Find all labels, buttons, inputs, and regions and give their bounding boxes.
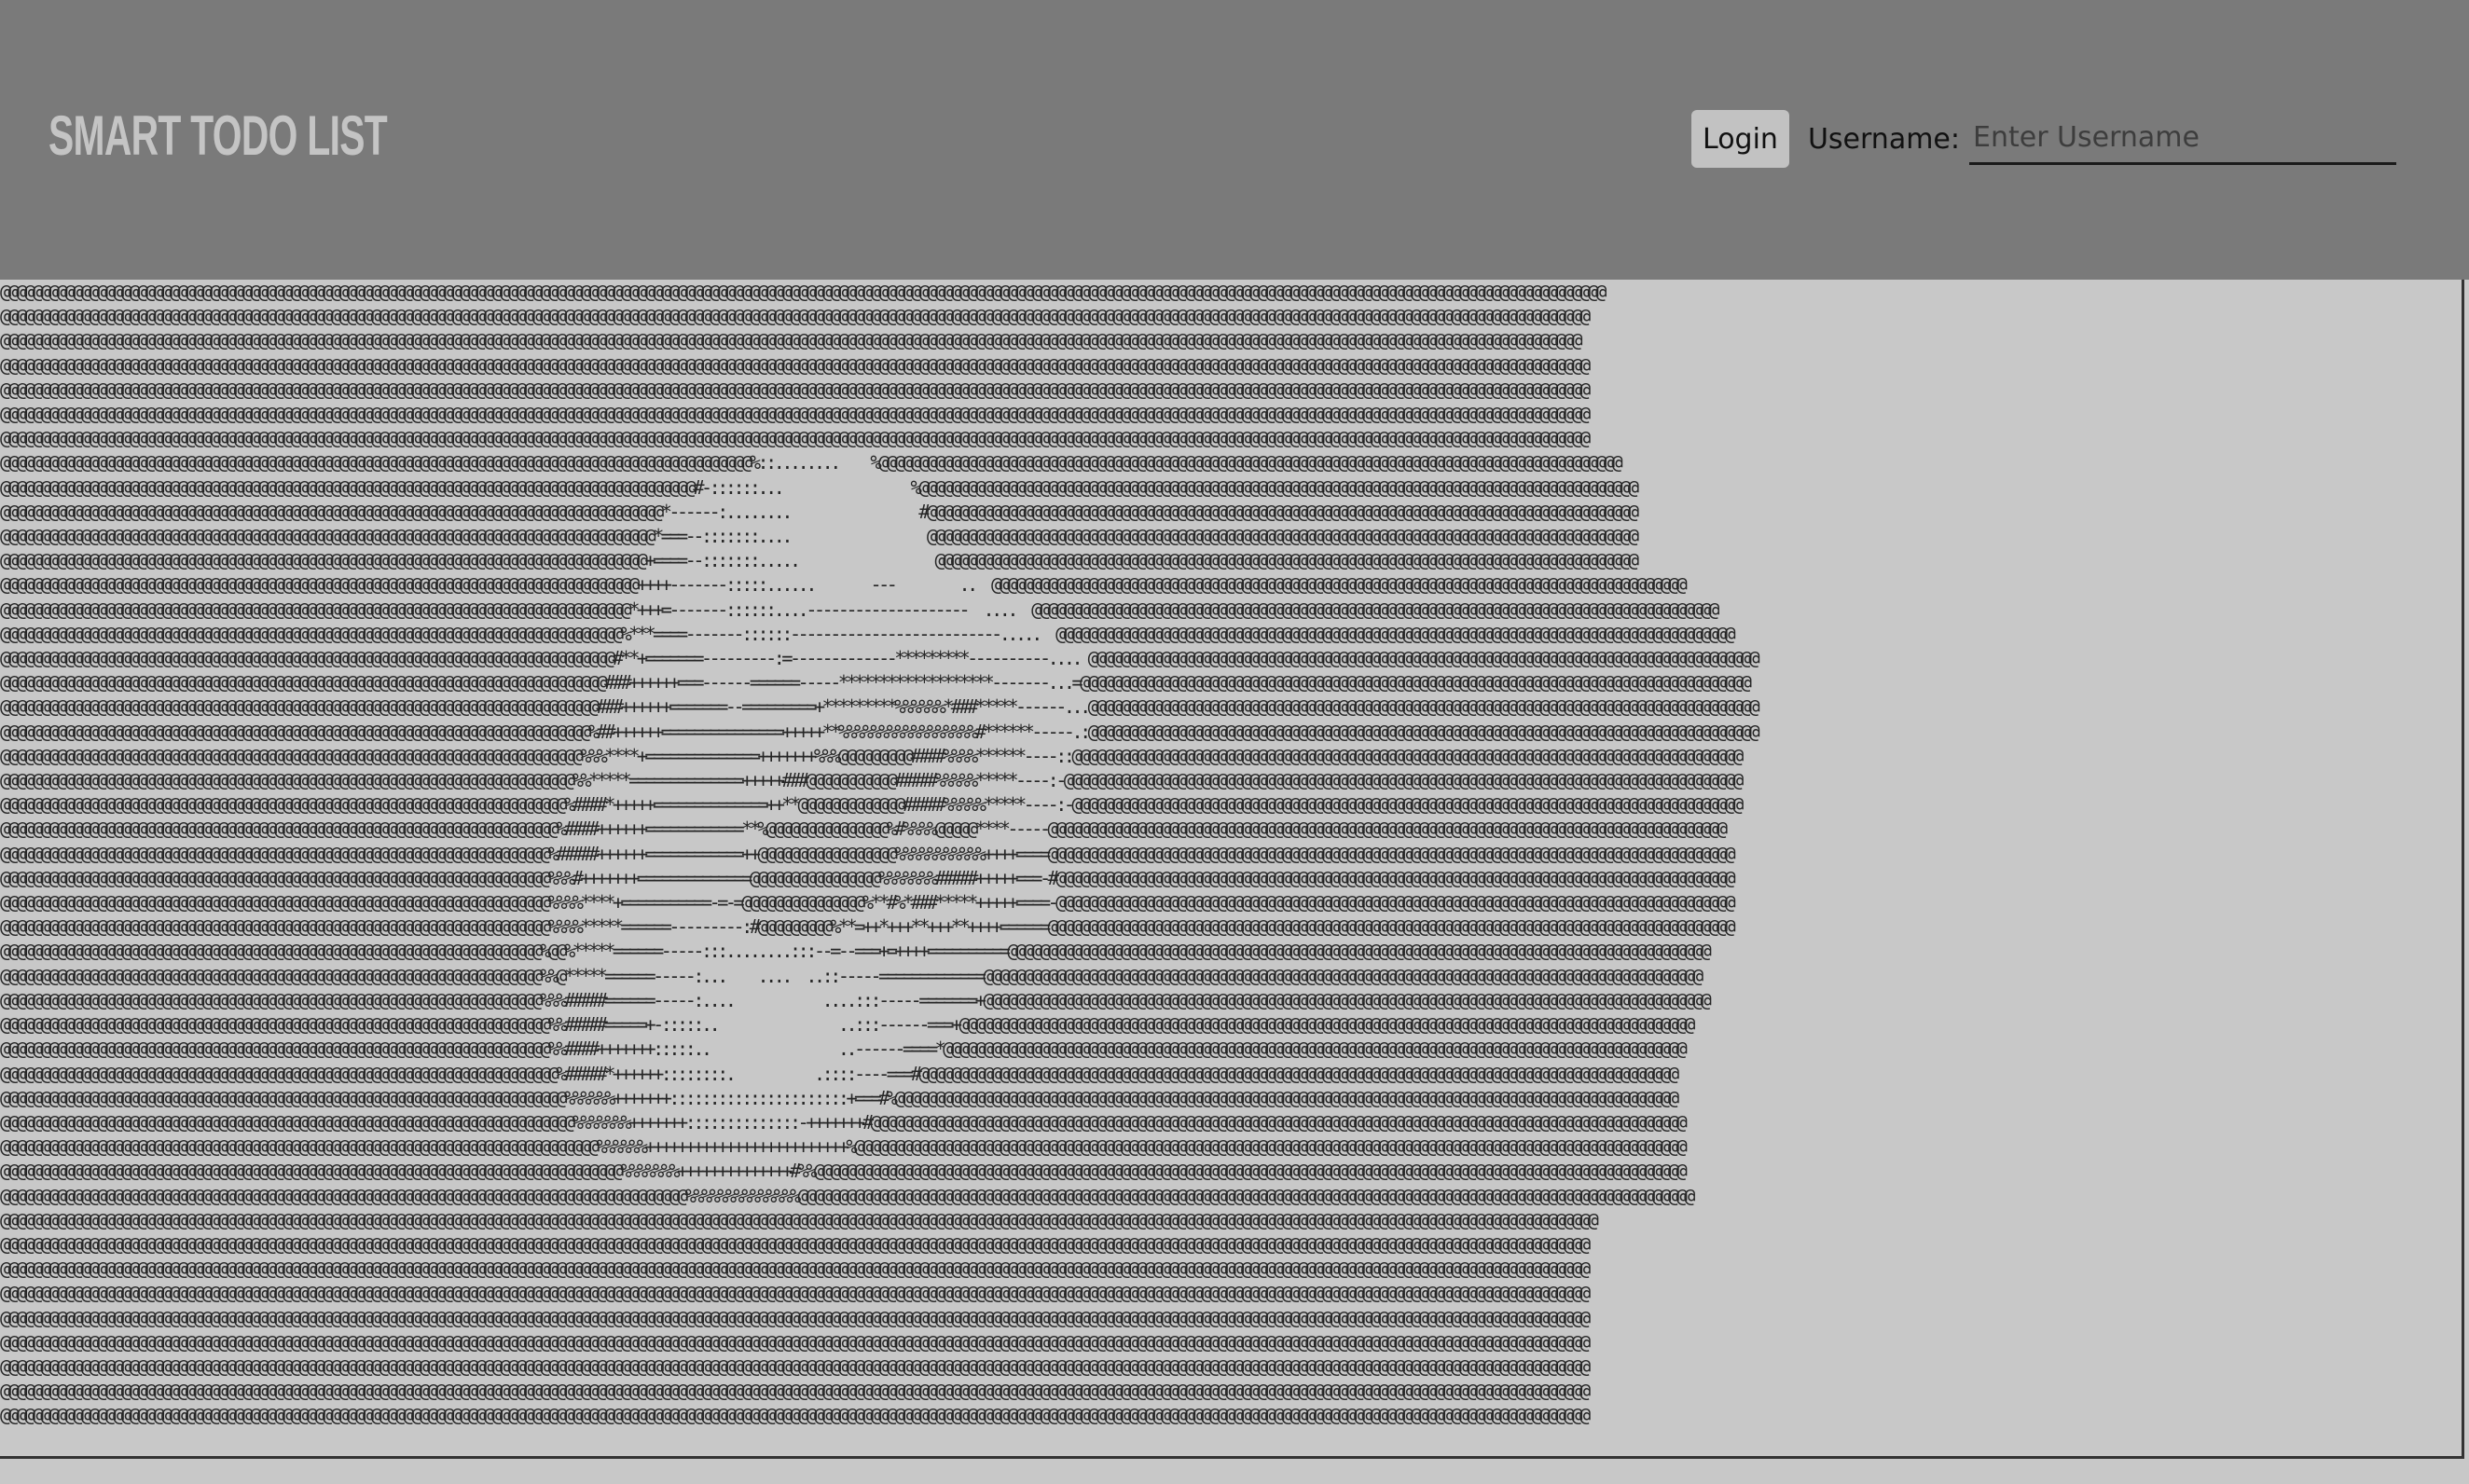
username-label: Username: [1807,122,1960,156]
app-title: SMART TODO LIST [48,104,388,167]
login-area: Login Username: [1691,108,2396,170]
ascii-art-panel: @@@@@@@@@@@@@@@@@@@@@@@@@@@@@@@@@@@@@@@@… [0,280,2464,1459]
login-button[interactable]: Login [1691,110,1789,168]
top-header: SMART TODO LIST Login Username: [0,0,2469,280]
app-root: SMART TODO LIST Login Username: @@@@@@@@… [0,0,2469,1484]
ascii-art-image: @@@@@@@@@@@@@@@@@@@@@@@@@@@@@@@@@@@@@@@@… [0,281,1760,1427]
username-input[interactable] [1969,113,2396,165]
